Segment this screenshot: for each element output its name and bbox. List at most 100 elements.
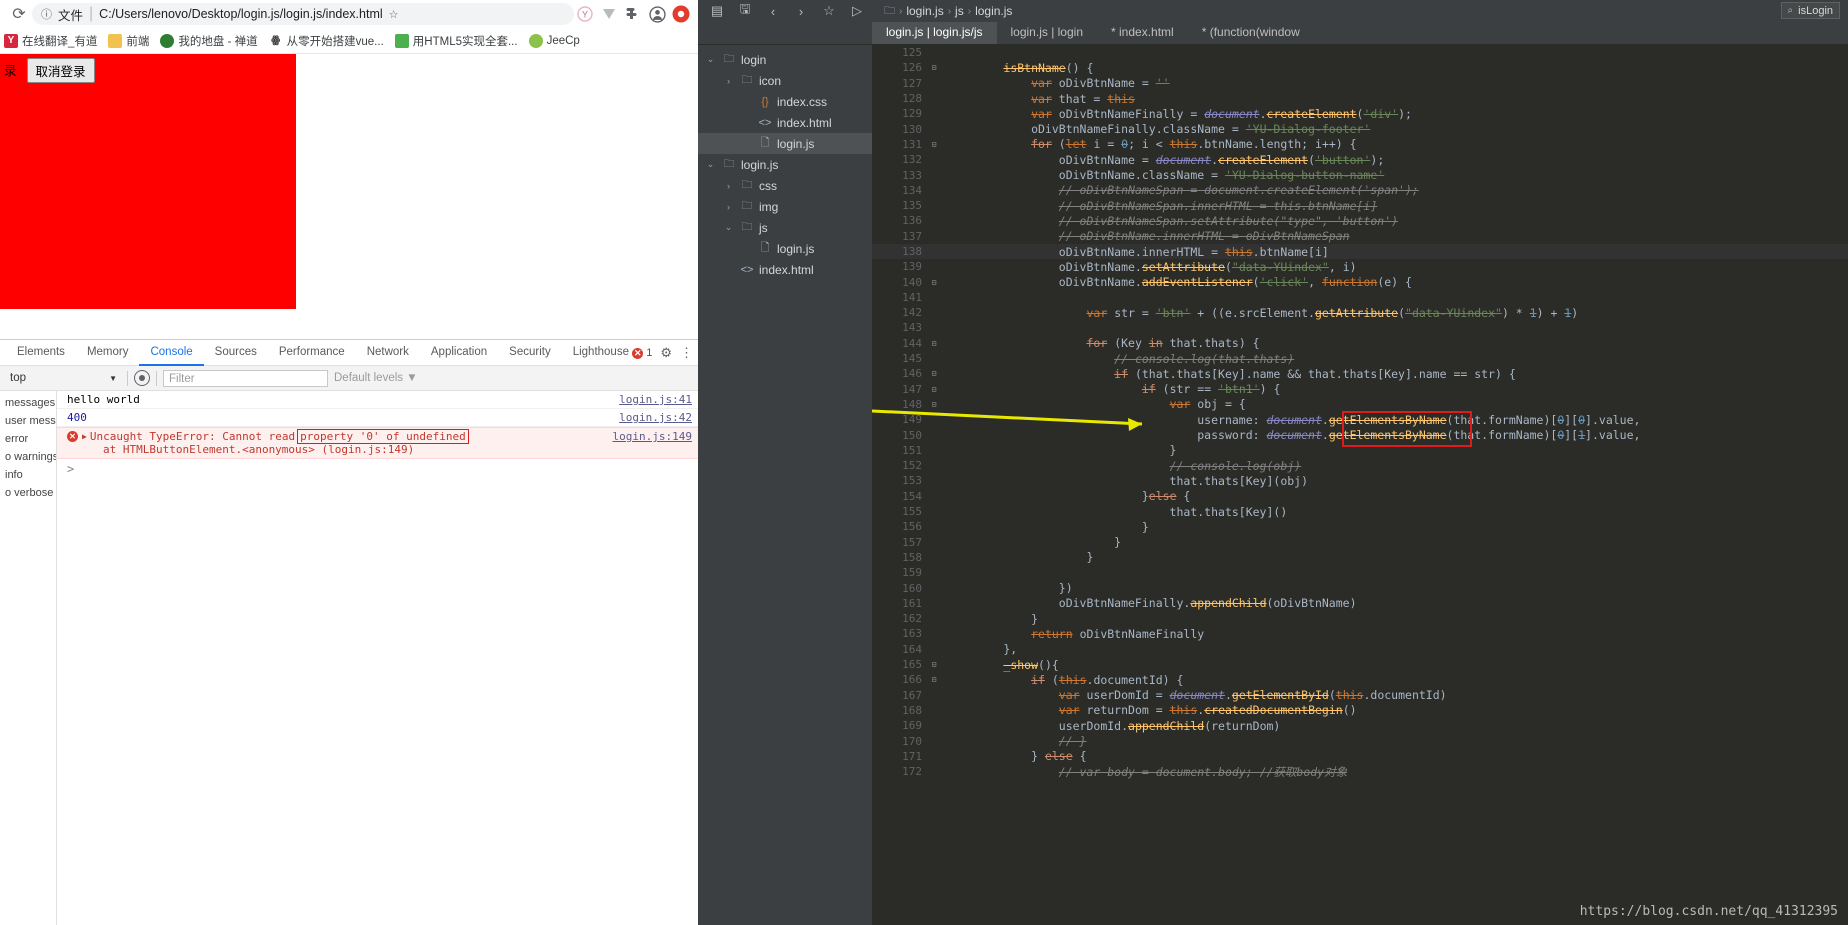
editor-tab-loginjs-login[interactable]: login.js | login — [997, 21, 1098, 44]
line-number[interactable]: 160 — [872, 582, 928, 595]
console-context-select[interactable]: top ▼ — [6, 372, 121, 384]
line-number[interactable]: 136 — [872, 214, 928, 227]
sidebar-item-error[interactable]: error — [0, 430, 56, 448]
page-button-login[interactable]: 录 — [2, 58, 19, 83]
file-tree-item-login[interactable]: ⌄ 🗀 login — [698, 49, 872, 70]
kebab-menu-icon[interactable]: ⋮ — [680, 345, 694, 361]
breadcrumb-item-project[interactable]: login.js — [906, 4, 943, 18]
line-number[interactable]: 135 — [872, 199, 928, 212]
line-number[interactable]: 154 — [872, 490, 928, 503]
editor-tab-loginjs-js[interactable]: login.js | login.js/js — [872, 21, 997, 44]
bookmark-item[interactable]: 前端 — [104, 31, 153, 51]
bookmark-item[interactable]: Y 在线翻译_有道 — [4, 31, 101, 51]
line-number[interactable]: 134 — [872, 184, 928, 197]
file-tree-item-icon[interactable]: › 🗀 icon — [698, 70, 872, 91]
fold-toggle-icon[interactable]: ⊟ — [928, 400, 940, 409]
breadcrumb-item-folder[interactable]: js — [955, 4, 964, 18]
console-source-link[interactable]: login.js:41 — [619, 393, 692, 406]
profile-icon[interactable] — [646, 3, 668, 25]
file-tree-item-login-js[interactable]: ⌄ 🗀 login.js — [698, 154, 872, 175]
tab-application[interactable]: Application — [420, 340, 498, 366]
tab-sources[interactable]: Sources — [204, 340, 268, 366]
sidebar-item-user-messages[interactable]: user mess... — [0, 412, 56, 430]
bookmark-item[interactable]: 用HTML5实现全套... — [391, 31, 522, 51]
console-levels-dropdown[interactable]: Default levels ▼ — [334, 372, 418, 384]
chevron-right-icon[interactable]: › — [722, 76, 735, 86]
fold-toggle-icon[interactable]: ⊟ — [928, 385, 940, 394]
fold-toggle-icon[interactable]: ⊟ — [928, 63, 940, 72]
address-bar[interactable]: ⓘ 文件 | C:/Users/lenovo/Desktop/login.js/… — [32, 3, 574, 25]
line-number[interactable]: 125 — [872, 46, 928, 59]
file-tree-item-index-html[interactable]: <> index.html — [698, 112, 872, 133]
file-tree-item-js[interactable]: ⌄ 🗀 js — [698, 217, 872, 238]
line-number[interactable]: 156 — [872, 520, 928, 533]
line-number[interactable]: 141 — [872, 291, 928, 304]
line-number[interactable]: 145 — [872, 352, 928, 365]
line-number[interactable]: 142 — [872, 306, 928, 319]
file-tree-item-index-html[interactable]: <> index.html — [698, 259, 872, 280]
line-number[interactable]: 133 — [872, 169, 928, 182]
chevron-right-icon[interactable]: › — [722, 181, 735, 191]
line-number[interactable]: 151 — [872, 444, 928, 457]
line-number[interactable]: 143 — [872, 321, 928, 334]
line-number[interactable]: 130 — [872, 123, 928, 136]
line-number[interactable]: 171 — [872, 750, 928, 763]
sidebar-item-messages[interactable]: messages — [0, 394, 56, 412]
extension-y-icon[interactable]: Y — [574, 3, 596, 25]
back-icon[interactable]: ‹ — [760, 1, 786, 21]
fold-toggle-icon[interactable]: ⊟ — [928, 675, 940, 684]
line-number[interactable]: 153 — [872, 474, 928, 487]
line-number[interactable]: 127 — [872, 77, 928, 90]
line-number[interactable]: 167 — [872, 689, 928, 702]
line-number[interactable]: 126 — [872, 61, 928, 74]
console-filter-input[interactable]: Filter — [163, 369, 328, 387]
line-number[interactable]: 162 — [872, 612, 928, 625]
bookmark-item[interactable]: JeeCp — [525, 32, 584, 50]
editor-tab-function-window[interactable]: * (function(window — [1188, 21, 1314, 44]
file-tree-item-css[interactable]: › 🗀 css — [698, 175, 872, 196]
code-editor[interactable]: 125 126 ⊟ isBtnName() {127 var oDivBtnName… — [872, 45, 1848, 925]
fold-toggle-icon[interactable]: ⊟ — [928, 339, 940, 348]
line-number[interactable]: 158 — [872, 551, 928, 564]
chrome-menu-icon[interactable] — [670, 3, 692, 25]
line-number[interactable]: 149 — [872, 413, 928, 426]
error-count-badge[interactable]: ✕ 1 — [632, 347, 652, 359]
line-number[interactable]: 148 — [872, 398, 928, 411]
tab-lighthouse[interactable]: Lighthouse — [562, 340, 640, 366]
sidebar-item-verbose[interactable]: o verbose — [0, 484, 56, 502]
sidebar-item-warnings[interactable]: o warnings — [0, 448, 56, 466]
extension-v-icon[interactable] — [598, 3, 620, 25]
fold-toggle-icon[interactable]: ⊟ — [928, 369, 940, 378]
reload-icon[interactable]: ⟳ — [6, 1, 32, 27]
extension-puzzle-icon[interactable] — [622, 3, 644, 25]
line-number[interactable]: 137 — [872, 230, 928, 243]
fold-toggle-icon[interactable]: ⊟ — [928, 278, 940, 287]
console-prompt[interactable]: > — [57, 459, 698, 479]
file-tree-item-img[interactable]: › 🗀 img — [698, 196, 872, 217]
tab-memory[interactable]: Memory — [76, 340, 140, 366]
ide-search-field[interactable]: ⌕ isLogin — [1780, 2, 1840, 19]
gear-icon[interactable]: ⚙ — [660, 345, 672, 361]
line-number[interactable]: 170 — [872, 735, 928, 748]
line-number[interactable]: 147 — [872, 383, 928, 396]
breadcrumb-item-file[interactable]: login.js — [975, 4, 1012, 18]
line-number[interactable]: 146 — [872, 367, 928, 380]
line-number[interactable]: 168 — [872, 704, 928, 717]
fold-toggle-icon[interactable]: ⊟ — [928, 140, 940, 149]
file-tree-item-login-js[interactable]: 🗋 login.js — [698, 133, 872, 154]
fold-toggle-icon[interactable]: ⊟ — [928, 660, 940, 669]
tab-elements[interactable]: Elements — [6, 340, 76, 366]
line-number[interactable]: 132 — [872, 153, 928, 166]
line-number[interactable]: 144 — [872, 337, 928, 350]
line-number[interactable]: 172 — [872, 765, 928, 778]
line-number[interactable]: 159 — [872, 566, 928, 579]
line-number[interactable]: 157 — [872, 536, 928, 549]
bookmark-item[interactable]: 我的地盘 - 禅道 — [156, 31, 261, 51]
line-number[interactable]: 164 — [872, 643, 928, 656]
line-number[interactable]: 161 — [872, 597, 928, 610]
line-number[interactable]: 140 — [872, 276, 928, 289]
bookmark-icon[interactable]: ☆ — [816, 1, 842, 21]
sidebar-item-info[interactable]: info — [0, 466, 56, 484]
tab-security[interactable]: Security — [498, 340, 562, 366]
chevron-down-icon[interactable]: ⌄ — [722, 222, 735, 233]
